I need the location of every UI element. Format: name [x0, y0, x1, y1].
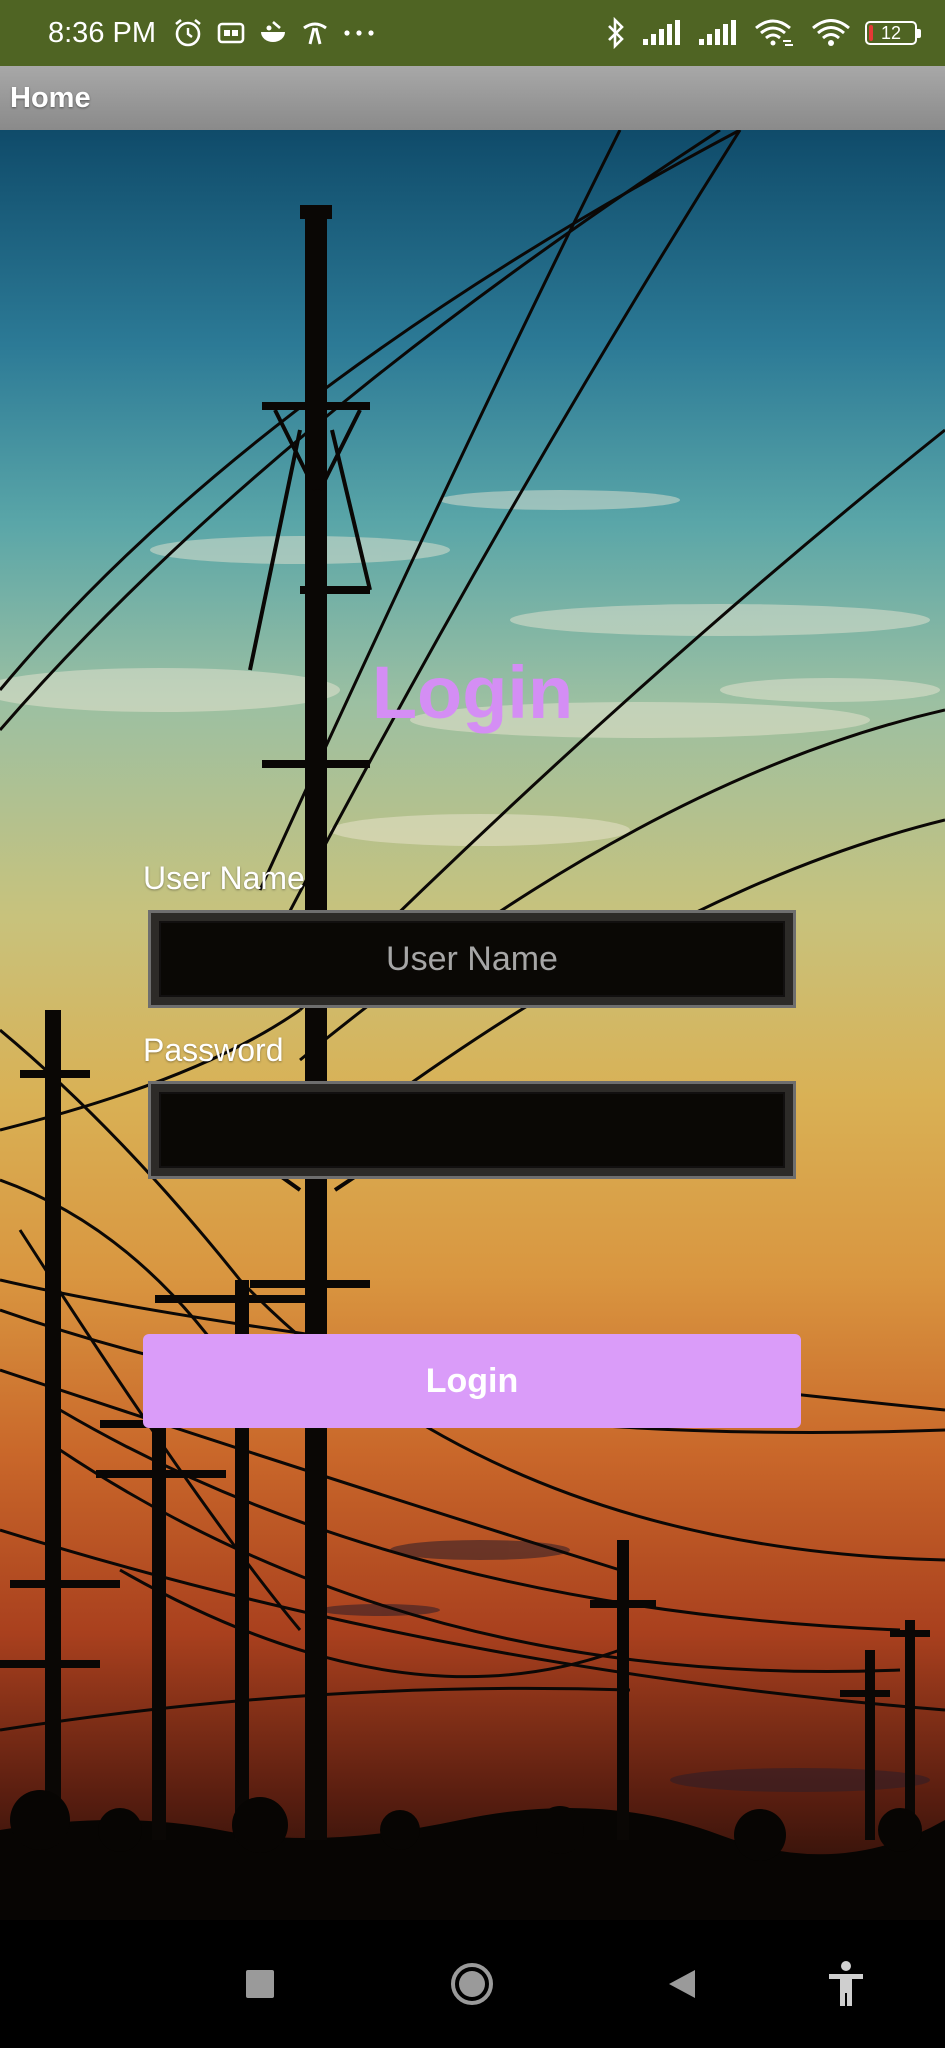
bowl-icon — [258, 18, 288, 48]
battery-icon: 12 — [865, 21, 921, 45]
recents-square-icon[interactable] — [220, 1920, 300, 2048]
battery-level: 12 — [880, 22, 902, 43]
app-bar-title: Home — [10, 81, 91, 114]
home-circle-icon[interactable] — [432, 1920, 512, 2048]
signal-icon — [641, 19, 683, 47]
signal-icon — [697, 19, 739, 47]
status-bar: 8:36 PM 12 — [0, 0, 945, 66]
login-button[interactable]: Login — [143, 1334, 801, 1428]
username-field-box — [148, 910, 796, 1008]
status-right: 12 — [605, 17, 921, 49]
username-input[interactable] — [151, 913, 793, 1005]
password-field-box — [148, 1081, 796, 1179]
message-icon — [216, 19, 246, 47]
password-label: Password — [143, 1032, 284, 1068]
bluetooth-icon — [605, 17, 627, 49]
status-left: 8:36 PM — [48, 17, 376, 50]
username-label: User Name — [143, 860, 305, 896]
alarm-icon — [172, 17, 204, 49]
status-time: 8:36 PM — [48, 16, 156, 49]
background-image — [0, 130, 945, 1920]
more-dots-icon — [342, 28, 376, 38]
navigation-bar — [0, 1920, 945, 2048]
call-icon — [300, 18, 330, 48]
back-triangle-icon[interactable] — [642, 1920, 722, 2048]
accessibility-icon[interactable] — [806, 1920, 886, 2048]
wifi-link-icon — [753, 17, 797, 49]
app-bar: Home — [0, 66, 945, 130]
password-input[interactable] — [151, 1084, 793, 1176]
login-title: Login — [371, 651, 574, 734]
wifi-icon — [811, 17, 851, 49]
